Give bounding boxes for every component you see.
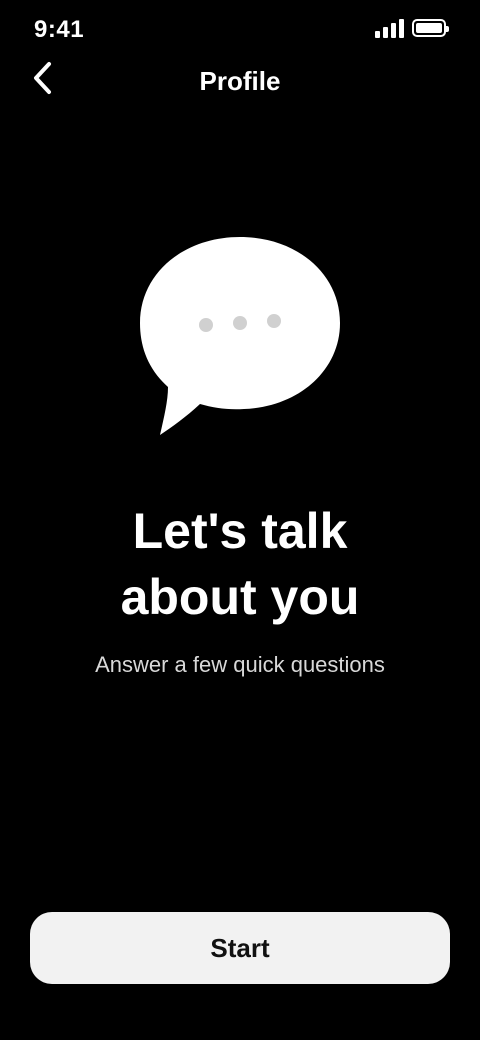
- battery-fill: [416, 23, 442, 33]
- chat-bubble-icon: [140, 237, 340, 435]
- subtitle: Answer a few quick questions: [95, 652, 385, 677]
- headline: Let's talk about you: [120, 503, 360, 625]
- battery-icon: [412, 19, 449, 37]
- status-icons: [375, 18, 449, 38]
- signal-icon: [375, 18, 404, 38]
- start-button[interactable]: Start: [30, 912, 450, 984]
- status-bar: 9:41: [0, 0, 480, 64]
- page-title: Profile: [199, 66, 281, 96]
- status-time: 9:41: [34, 16, 85, 43]
- screen: 9:41 Profile Let's talk about you Answer…: [0, 0, 480, 1040]
